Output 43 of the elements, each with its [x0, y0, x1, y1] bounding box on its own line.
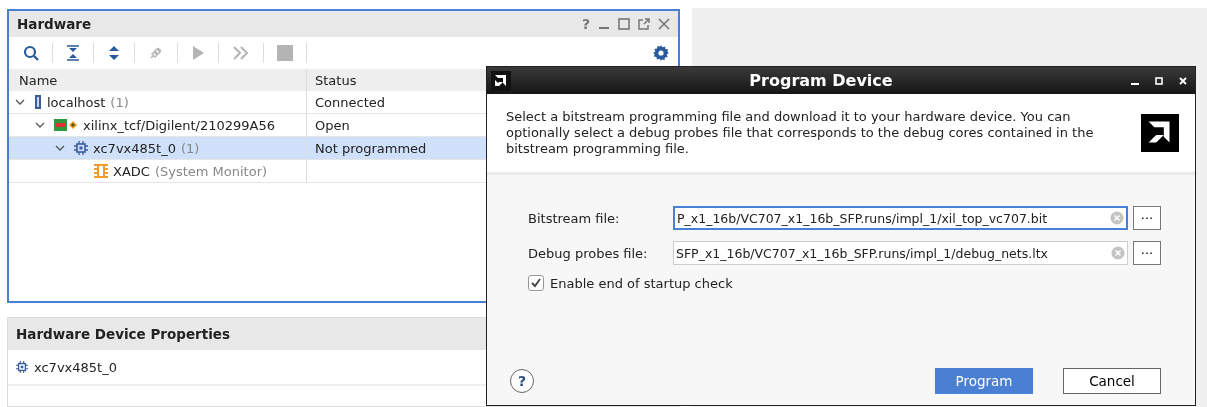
file-path-field[interactable]: P_x1_16b/VC707_x1_16b_SFP.runs/impl_1/xil_top_vc707.bit [673, 206, 1128, 230]
browse-button[interactable]: ··· [1133, 206, 1161, 230]
node-label: xilinx_tcf/Digilent/210299A56 [83, 117, 276, 133]
node-label: xc7vx485t_0 [93, 140, 176, 156]
help-button[interactable]: ? [510, 369, 534, 393]
server-icon [34, 95, 42, 109]
checkbox[interactable] [528, 275, 544, 291]
browse-button[interactable]: ··· [1133, 241, 1161, 265]
help-button[interactable]: ? [581, 16, 590, 32]
status-text: Open [315, 117, 350, 133]
chevron-icon[interactable] [55, 143, 65, 153]
chevron-icon[interactable] [15, 97, 25, 107]
node-count: (1) [110, 94, 129, 110]
node-label: XADC [113, 163, 150, 179]
node-count: (System Monitor) [154, 163, 268, 179]
column-header[interactable]: Name [9, 69, 307, 91]
logo-icon [1141, 114, 1179, 152]
program-button[interactable]: Program [935, 368, 1033, 394]
file-path-field[interactable]: SFP_x1_16b/VC707_x1_16b_SFP.runs/impl_1/debug_nets.ltx [673, 241, 1128, 265]
collapse-all-icon[interactable] [66, 45, 80, 61]
logo-icon [491, 70, 511, 91]
column-header[interactable]: Status [307, 69, 357, 91]
search-icon[interactable] [23, 45, 39, 61]
node-label: localhost [47, 94, 106, 110]
panel-title: Hardware Device Properties [16, 326, 231, 342]
checkbox-label[interactable]: Enable end of startup check [550, 275, 733, 291]
expand-all-icon[interactable] [107, 45, 121, 61]
status-text: Not programmed [315, 140, 427, 156]
cancel-button[interactable]: Cancel [1063, 368, 1161, 394]
float-icon[interactable] [638, 18, 650, 30]
settings-icon[interactable] [653, 45, 669, 61]
monitor-block-icon [94, 164, 108, 178]
board-icon [54, 118, 78, 132]
field-label: Bitstream file: [528, 210, 621, 226]
device-name: xc7vx485t_0 [34, 359, 117, 375]
chevron-icon[interactable] [35, 120, 45, 130]
status-text: Connected [315, 94, 385, 110]
chip-icon [16, 361, 28, 373]
panel-title: Hardware [17, 16, 92, 32]
node-count: (1) [180, 140, 200, 156]
dialog-title: Program Device [748, 71, 894, 90]
field-label: Debug probes file: [528, 245, 649, 261]
chip-icon [74, 141, 88, 155]
